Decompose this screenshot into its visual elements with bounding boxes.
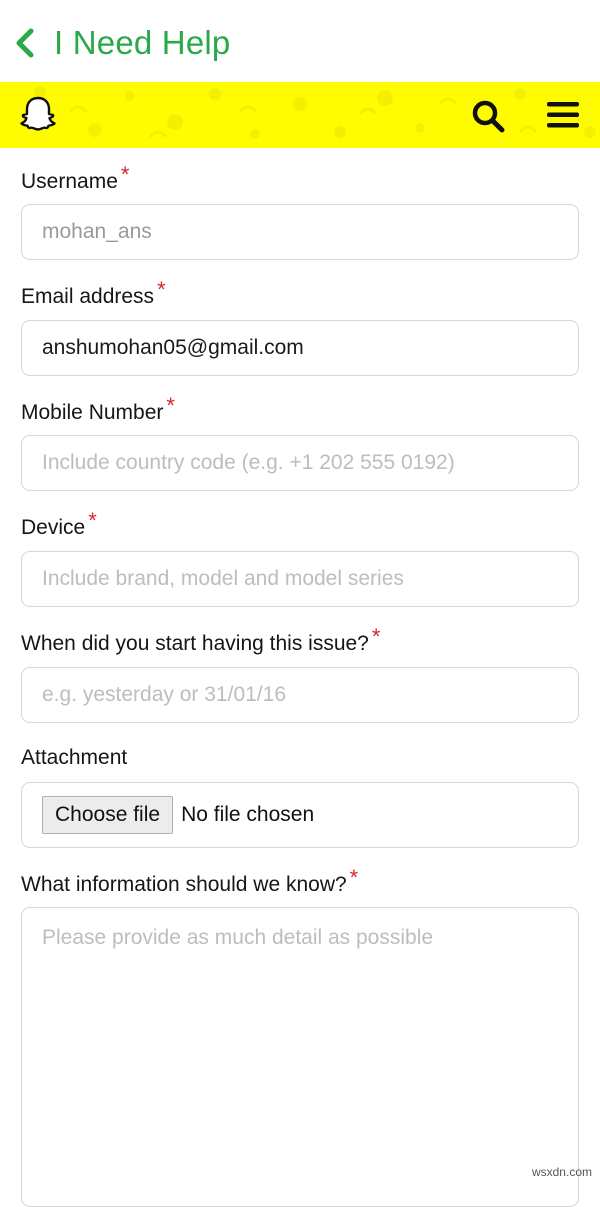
email-input[interactable]	[21, 320, 579, 376]
details-label-text: What information should we know?	[21, 873, 347, 896]
watermark: wsxdn.com	[531, 1165, 592, 1179]
email-label: Email address *	[21, 277, 166, 309]
back-button[interactable]: I Need Help	[14, 22, 254, 64]
mobile-label: Mobile Number *	[21, 393, 175, 425]
brand-bar	[0, 82, 600, 148]
device-label: Device *	[21, 508, 97, 540]
hamburger-menu-icon[interactable]	[545, 100, 581, 130]
mobile-number-input[interactable]	[21, 435, 579, 491]
choose-file-button[interactable]: Choose file	[42, 796, 174, 834]
username-label-text: Username	[21, 170, 118, 193]
required-mark: *	[349, 865, 359, 890]
username-label: Username *	[21, 162, 129, 194]
attachment-field: Choose file No file chosen	[21, 782, 579, 848]
page-title: I Need Help	[54, 24, 231, 61]
mobile-label-text: Mobile Number	[21, 401, 164, 424]
search-icon[interactable]	[470, 98, 506, 134]
required-mark: *	[166, 393, 175, 418]
username-input[interactable]	[21, 204, 579, 260]
required-mark: *	[120, 162, 130, 187]
required-mark: *	[157, 277, 166, 302]
issue-start-label-text: When did you start having this issue?	[21, 632, 369, 655]
top-bar: I Need Help	[0, 0, 600, 82]
required-mark: *	[371, 624, 381, 649]
attachment-label: Attachment	[21, 746, 127, 770]
required-mark: *	[88, 508, 97, 533]
email-label-text: Email address	[21, 285, 155, 308]
file-status: No file chosen	[181, 803, 315, 826]
issue-start-label: When did you start having this issue? *	[21, 624, 380, 656]
device-input[interactable]	[21, 551, 579, 607]
chevron-left-icon	[14, 23, 44, 63]
issue-start-input[interactable]	[21, 667, 579, 723]
device-label-text: Device	[21, 516, 86, 539]
attachment-label-text: Attachment	[21, 746, 128, 769]
snapchat-ghost-icon[interactable]	[18, 94, 58, 134]
details-textarea[interactable]	[21, 907, 579, 1207]
details-label: What information should we know? *	[21, 865, 358, 897]
background-pattern	[34, 86, 596, 139]
